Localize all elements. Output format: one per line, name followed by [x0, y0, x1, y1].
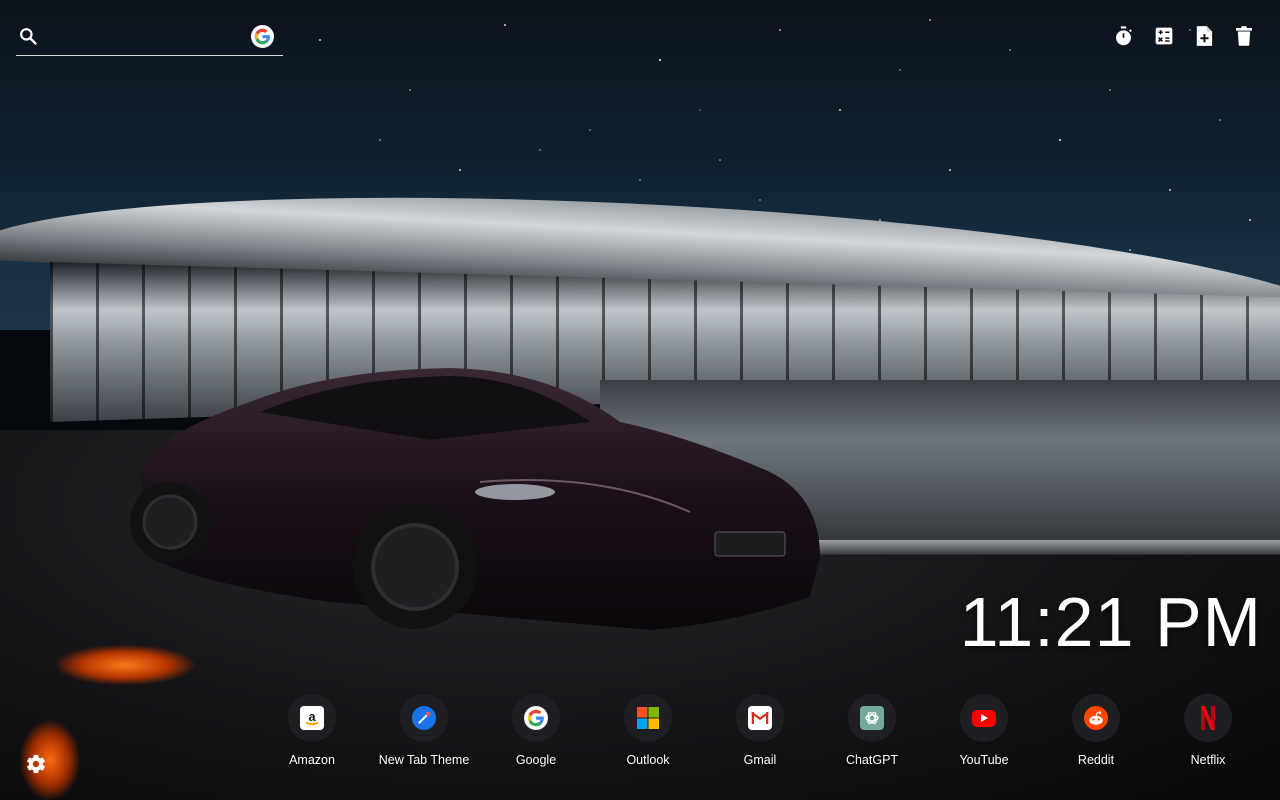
shortcut-reddit[interactable]: Reddit	[1040, 694, 1152, 767]
toolbar	[1113, 24, 1254, 48]
google-icon	[524, 706, 548, 730]
clock-time: 11:21 PM	[959, 583, 1262, 661]
shortcut-label: Netflix	[1190, 753, 1226, 767]
amazon-icon: a	[300, 706, 324, 730]
shortcuts-bar: a Amazon New Tab Theme Google Outlook Gm…	[256, 694, 1264, 767]
svg-text:a: a	[308, 709, 316, 724]
new-tab-theme-icon	[412, 706, 436, 730]
shortcut-youtube[interactable]: YouTube	[928, 694, 1040, 767]
shortcut-label: Gmail	[743, 753, 777, 767]
trash-icon[interactable]	[1233, 24, 1254, 48]
netflix-icon	[1196, 706, 1220, 730]
shortcut-icon-container	[960, 694, 1008, 742]
shortcut-google[interactable]: Google	[480, 694, 592, 767]
shortcut-icon-container	[400, 694, 448, 742]
pool-edge	[780, 540, 1280, 554]
search-input[interactable]	[50, 24, 254, 50]
youtube-icon	[972, 709, 996, 727]
calculator-icon[interactable]	[1153, 24, 1174, 48]
search-bar	[16, 18, 283, 56]
search-icon[interactable]	[18, 26, 38, 46]
timer-icon[interactable]	[1113, 24, 1134, 48]
shortcut-icon-container	[848, 694, 896, 742]
shortcut-icon-container: a	[288, 694, 336, 742]
shortcut-new-tab-theme[interactable]: New Tab Theme	[368, 694, 480, 767]
gmail-icon	[748, 706, 772, 730]
wallpaper	[0, 0, 1280, 800]
shortcut-label: ChatGPT	[845, 753, 899, 767]
google-g-icon[interactable]	[251, 25, 274, 48]
shortcut-icon-container	[512, 694, 560, 742]
shortcut-label: New Tab Theme	[378, 753, 470, 767]
add-note-icon[interactable]	[1193, 24, 1214, 48]
chatgpt-icon	[860, 706, 884, 730]
shortcut-icon-container	[1184, 694, 1232, 742]
shortcut-label: YouTube	[959, 753, 1009, 767]
outlook-icon	[636, 706, 660, 730]
shortcut-label: Amazon	[289, 753, 335, 767]
shortcut-label: Reddit	[1077, 753, 1115, 767]
shortcut-label: Google	[515, 753, 557, 767]
shortcut-icon-container	[1072, 694, 1120, 742]
shortcut-outlook[interactable]: Outlook	[592, 694, 704, 767]
gear-icon[interactable]	[25, 753, 47, 775]
shortcut-amazon[interactable]: a Amazon	[256, 694, 368, 767]
sports-car-image	[130, 368, 820, 630]
reddit-icon	[1084, 706, 1108, 730]
shortcut-chatgpt[interactable]: ChatGPT	[816, 694, 928, 767]
shortcut-label: Outlook	[626, 753, 670, 767]
shortcut-icon-container	[736, 694, 784, 742]
shortcut-gmail[interactable]: Gmail	[704, 694, 816, 767]
shortcut-icon-container	[624, 694, 672, 742]
shortcut-netflix[interactable]: Netflix	[1152, 694, 1264, 767]
